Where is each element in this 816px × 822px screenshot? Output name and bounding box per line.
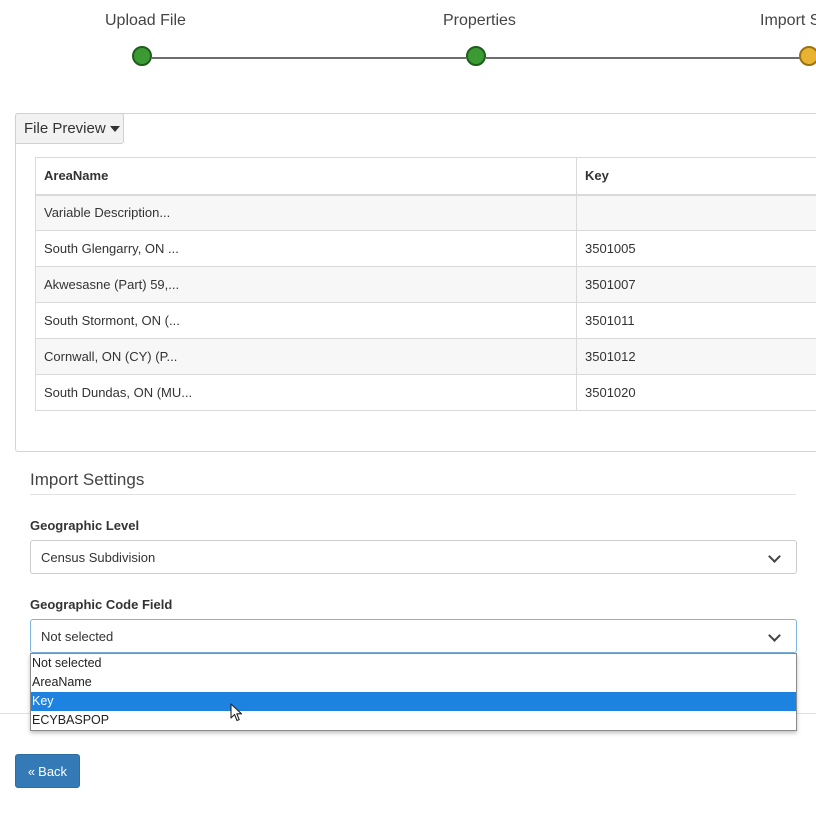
import-settings-title: Import Settings (30, 470, 796, 495)
table-row: South Glengarry, ON ... 3501005 (35, 230, 816, 267)
file-preview-toggle-label: File Preview (24, 120, 106, 137)
chevron-down-icon (768, 550, 781, 563)
table-cell: 3501005 (576, 230, 816, 267)
table-row: Cornwall, ON (CY) (P... 3501012 (35, 338, 816, 375)
step-dot-upload-file[interactable] (132, 46, 152, 66)
option-not-selected[interactable]: Not selected (31, 654, 796, 673)
table-cell: South Stormont, ON (... (35, 302, 577, 339)
column-header-key: Key (576, 157, 816, 196)
table-row: South Stormont, ON (... 3501011 (35, 302, 816, 339)
wizard-stepper: Upload File Properties Import S (0, 0, 816, 80)
chevron-down-icon (768, 629, 781, 642)
table-cell: South Glengarry, ON ... (35, 230, 577, 267)
table-header-row: AreaName Key (35, 157, 816, 196)
step-connector-2 (486, 57, 800, 59)
geographic-code-field-options: Not selected AreaName Key ECYBASPOP (30, 653, 797, 731)
geographic-level-label: Geographic Level (30, 518, 140, 533)
step-label-upload-file: Upload File (105, 12, 186, 29)
caret-down-icon (109, 125, 120, 132)
column-header-areaname: AreaName (35, 157, 577, 196)
table-row: South Dundas, ON (MU... 3501020 (35, 374, 816, 411)
option-areaname[interactable]: AreaName (31, 673, 796, 692)
step-dot-import-settings (799, 46, 816, 66)
step-label-properties: Properties (443, 12, 516, 29)
double-chevron-left-icon: « (27, 763, 36, 779)
geographic-code-field-select[interactable]: Not selected (30, 619, 797, 653)
table-row: Akwesasne (Part) 59,... 3501007 (35, 266, 816, 303)
table-cell: Akwesasne (Part) 59,... (35, 266, 577, 303)
geographic-code-field-value: Not selected (41, 628, 114, 644)
file-preview-table: AreaName Key Variable Description... Sou… (35, 157, 816, 411)
table-cell: Variable Description... (35, 194, 577, 231)
file-preview-toggle[interactable]: File Preview (15, 113, 124, 144)
geographic-level-value: Census Subdivision (41, 549, 156, 565)
mouse-pointer-icon (230, 703, 243, 722)
geographic-level-select[interactable]: Census Subdivision (30, 540, 797, 574)
step-dot-properties[interactable] (466, 46, 486, 66)
option-key[interactable]: Key (31, 692, 796, 711)
back-button[interactable]: « Back (15, 754, 80, 788)
geographic-code-field-label: Geographic Code Field (30, 597, 173, 612)
table-cell: 3501011 (576, 302, 816, 339)
table-cell: South Dundas, ON (MU... (35, 374, 577, 411)
option-ecybaspop[interactable]: ECYBASPOP (31, 711, 796, 730)
table-cell (576, 194, 816, 231)
table-cell: 3501012 (576, 338, 816, 375)
table-row: Variable Description... (35, 194, 816, 231)
table-cell: 3501020 (576, 374, 816, 411)
back-button-label: Back (38, 763, 68, 779)
step-label-import-settings: Import S (760, 12, 816, 29)
table-cell: Cornwall, ON (CY) (P... (35, 338, 577, 375)
table-cell: 3501007 (576, 266, 816, 303)
step-connector-1 (152, 57, 466, 59)
